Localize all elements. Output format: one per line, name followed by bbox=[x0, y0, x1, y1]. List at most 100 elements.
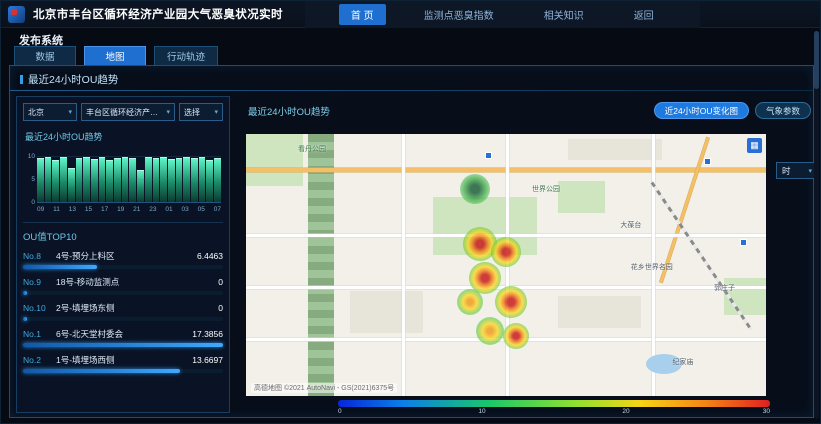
map-label: 世界公园 bbox=[532, 184, 560, 194]
filter-select[interactable]: 北京▾ bbox=[23, 103, 77, 121]
chart-bar bbox=[129, 158, 136, 202]
app-title: 北京市丰台区循环经济产业园大气恶臭状况实时 bbox=[33, 6, 283, 22]
legend-tick-label: 10 bbox=[478, 408, 485, 415]
heat-blob bbox=[457, 289, 483, 315]
chart-x-tick-label: 05 bbox=[198, 206, 205, 213]
chart-x-tick-label: 19 bbox=[117, 206, 124, 213]
value-bar-fill bbox=[23, 265, 97, 269]
road bbox=[506, 134, 509, 396]
park-area bbox=[246, 134, 303, 186]
chevron-down-icon: ▾ bbox=[214, 108, 218, 116]
time-unit-select[interactable]: 时 ▾ bbox=[776, 162, 818, 179]
map-section-title: 最近24小时OU趋势 bbox=[248, 104, 330, 118]
station-name: 4号-预分上料区 bbox=[56, 250, 115, 262]
chart-bar bbox=[68, 168, 75, 202]
value-bar-track bbox=[23, 369, 223, 373]
heat-blob bbox=[495, 286, 527, 318]
ou-trend-chart: 1050 bbox=[37, 147, 221, 203]
app-logo-icon bbox=[8, 6, 25, 23]
trend-chart-title: 最近24小时OU趋势 bbox=[25, 130, 223, 143]
legend-tick-label: 20 bbox=[622, 408, 629, 415]
value-bar-fill bbox=[23, 291, 27, 295]
chart-y-tick-label: 10 bbox=[23, 153, 35, 160]
station-name: 2号-填埋场东侧 bbox=[56, 302, 115, 314]
map-label: 花乡世界名园 bbox=[631, 262, 673, 272]
list-item[interactable]: No.102号-填埋场东侧0 bbox=[23, 302, 223, 321]
chart-x-tick-label: 21 bbox=[133, 206, 140, 213]
chart-x-tick-label: 09 bbox=[37, 206, 44, 213]
nav-item[interactable]: 返回 bbox=[622, 4, 666, 25]
chart-x-tick-label: 03 bbox=[182, 206, 189, 213]
top10-title: OU值TOP10 bbox=[23, 222, 223, 243]
scrollbar-thumb[interactable] bbox=[814, 31, 819, 89]
value-bar-fill bbox=[23, 317, 27, 321]
map-canvas[interactable]: 看丹公园世界公园大葆台花乡世界名园郭庄子纪家庙 ▦ 高德地图 ©2021 Aut… bbox=[246, 134, 766, 396]
filter-select[interactable]: 丰台区循环经济产业园▾ bbox=[81, 103, 175, 121]
main-panel: 最近24小时OU趋势 北京▾丰台区循环经济产业园▾选择▾ 最近24小时OU趋势 … bbox=[9, 65, 814, 418]
filter-select[interactable]: 选择▾ bbox=[179, 103, 223, 121]
road bbox=[402, 134, 405, 396]
chart-x-tick-label: 01 bbox=[165, 206, 172, 213]
ou-value: 17.3856 bbox=[192, 329, 223, 339]
station-name: 18号-移动监测点 bbox=[56, 276, 119, 288]
chart-gridline bbox=[37, 156, 221, 157]
list-item[interactable]: No.21号-填埋场西侧 13.6697 bbox=[23, 354, 223, 373]
railway-line bbox=[651, 182, 753, 331]
main-nav: 首 页 监测点恶臭指数 相关知识 返回 bbox=[305, 1, 700, 28]
chevron-down-icon: ▾ bbox=[166, 108, 170, 116]
ou-value: 13.6697 bbox=[192, 355, 223, 365]
nav-item[interactable]: 监测点恶臭指数 bbox=[412, 4, 506, 25]
map-buttons: 近24小时OU变化图气象参数 bbox=[654, 102, 811, 119]
chart-x-tick-label: 07 bbox=[214, 206, 221, 213]
app-header: 北京市丰台区循环经济产业园大气恶臭状况实时 首 页 监测点恶臭指数 相关知识 返回 bbox=[1, 1, 820, 28]
list-item-row: No.84号-预分上料区6.4463 bbox=[23, 250, 223, 262]
map-label: 郭庄子 bbox=[714, 283, 735, 293]
divider bbox=[10, 90, 813, 91]
left-panel: 北京▾丰台区循环经济产业园▾选择▾ 最近24小时OU趋势 1050 091113… bbox=[16, 96, 230, 413]
map-button[interactable]: 近24小时OU变化图 bbox=[654, 102, 749, 119]
legend-tick-label: 30 bbox=[763, 408, 770, 415]
metro-station-icon bbox=[740, 239, 747, 246]
list-item-row: No.16号-北天堂村委会17.3856 bbox=[23, 328, 223, 340]
publish-tab[interactable]: 地图 bbox=[84, 46, 146, 66]
value-bar-fill bbox=[23, 369, 180, 373]
value-bar-track bbox=[23, 317, 223, 321]
legend-gradient-bar bbox=[338, 400, 770, 407]
publish-tab[interactable]: 数据 bbox=[14, 46, 76, 66]
city-block bbox=[350, 291, 423, 333]
metro-station-icon bbox=[704, 158, 711, 165]
chart-bar bbox=[137, 170, 144, 202]
select-value: 时 bbox=[782, 165, 791, 177]
map-label: 大葆台 bbox=[620, 220, 641, 230]
legend-tick-label: 0 bbox=[338, 408, 342, 415]
list-item-row: No.21号-填埋场西侧 13.6697 bbox=[23, 354, 223, 366]
rank-label: No.2 bbox=[23, 355, 53, 365]
chart-bar bbox=[191, 158, 198, 202]
chart-y-tick-label: 0 bbox=[23, 199, 35, 206]
map-layer-button[interactable]: ▦ bbox=[747, 138, 762, 153]
chart-x-tick-label: 17 bbox=[101, 206, 108, 213]
chart-bar bbox=[91, 159, 98, 202]
city-block bbox=[558, 296, 641, 327]
nav-item[interactable]: 相关知识 bbox=[532, 4, 596, 25]
value-bar-fill bbox=[23, 343, 223, 347]
value-bar-track bbox=[23, 291, 223, 295]
map-section: 最近24小时OU趋势 近24小时OU变化图气象参数 bbox=[238, 96, 813, 416]
chart-bar bbox=[106, 160, 113, 202]
heat-legend: 0 10 20 30 bbox=[338, 400, 770, 416]
nav-item[interactable]: 首 页 bbox=[339, 4, 386, 25]
panel-title: 最近24小时OU趋势 bbox=[20, 72, 118, 87]
select-value: 丰台区循环经济产业园 bbox=[86, 107, 164, 118]
list-item[interactable]: No.918号-移动监测点0 bbox=[23, 276, 223, 295]
station-name: 1号-填埋场西侧 bbox=[56, 354, 115, 366]
list-item[interactable]: No.16号-北天堂村委会17.3856 bbox=[23, 328, 223, 347]
list-item-row: No.102号-填埋场东侧0 bbox=[23, 302, 223, 314]
map-button[interactable]: 气象参数 bbox=[755, 102, 811, 119]
rank-label: No.8 bbox=[23, 251, 53, 261]
value-bar-track bbox=[23, 265, 223, 269]
list-item[interactable]: No.84号-预分上料区6.4463 bbox=[23, 250, 223, 269]
map-label: 看丹公园 bbox=[298, 144, 326, 154]
scrollbar[interactable] bbox=[814, 31, 819, 419]
publish-tab[interactable]: 行动轨迹 bbox=[154, 46, 218, 66]
tree-strip bbox=[308, 134, 334, 396]
